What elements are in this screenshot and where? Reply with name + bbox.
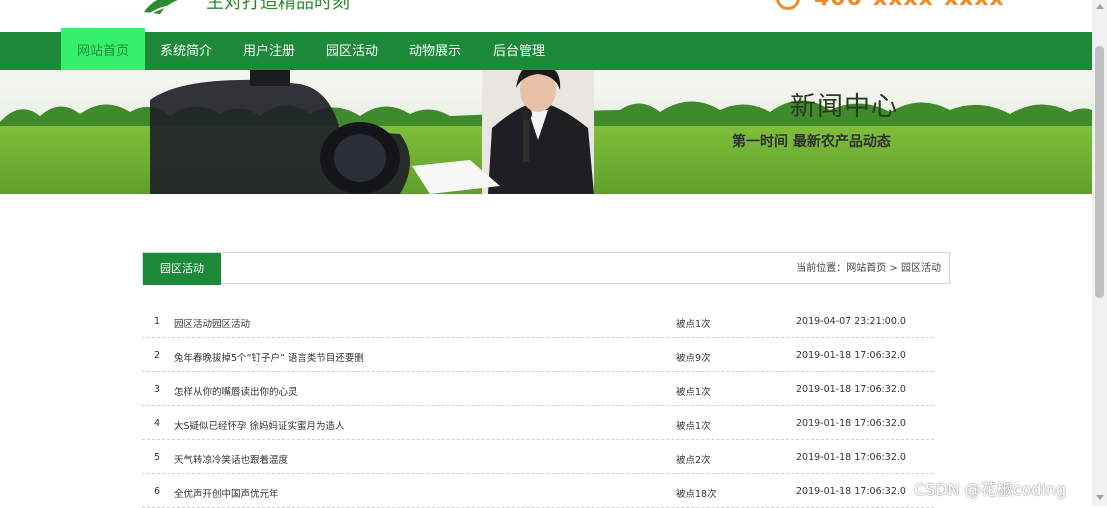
item-number: 1 xyxy=(154,316,161,327)
section-header: 园区活动 当前位置：网站首页 > 园区活动 xyxy=(142,252,950,285)
breadcrumb: 当前位置：网站首页 > 园区活动 xyxy=(796,263,941,274)
logo-text: 生对打造精品时刻 xyxy=(206,0,350,13)
item-date: 2019-01-18 17:06:32.0 xyxy=(796,418,906,429)
item-number: 2 xyxy=(154,350,161,361)
item-click-count: 被点1次 xyxy=(676,387,711,398)
list-item: 6 全优声开创中国声优元年 被点18次 2019-01-18 17:06:32.… xyxy=(142,474,934,508)
item-number: 4 xyxy=(154,418,161,429)
item-click-count: 被点1次 xyxy=(676,421,711,432)
scroll-down-icon[interactable] xyxy=(1096,495,1104,500)
banner-title: 新闻中心 xyxy=(790,92,899,122)
item-date: 2019-01-18 17:06:32.0 xyxy=(796,486,906,497)
scroll-thumb[interactable] xyxy=(1095,46,1104,298)
item-title-link[interactable]: 兔年春晚拔掉5个“钉子户” 语言类节目还要删 xyxy=(174,350,364,364)
banner-subtitle: 第一时间 最新农产品动态 xyxy=(732,134,891,150)
activity-list: 1 园区活动园区活动 被点1次 2019-04-07 23:21:00.0 2 … xyxy=(142,304,934,508)
page-scrollbar[interactable] xyxy=(1092,0,1107,506)
phone-icon xyxy=(776,0,800,10)
item-date: 2019-01-18 17:06:32.0 xyxy=(796,384,906,395)
logo-leaf-icon[interactable] xyxy=(142,0,200,16)
nav-user-register[interactable]: 用户注册 xyxy=(243,32,295,70)
item-title-link[interactable]: 天气转凉冷笑话也跟着温度 xyxy=(174,452,288,466)
item-date: 2019-01-18 17:06:32.0 xyxy=(796,350,906,361)
list-item: 4 大S疑似已经怀孕 徐妈妈证实蜜月为造人 被点1次 2019-01-18 17… xyxy=(142,406,934,440)
item-title-link[interactable]: 怎样从你的嘴唇读出你的心灵 xyxy=(174,384,298,398)
nav-admin[interactable]: 后台管理 xyxy=(493,32,545,70)
nav-animal-display[interactable]: 动物展示 xyxy=(409,32,461,70)
list-item: 5 天气转凉冷笑话也跟着温度 被点2次 2019-01-18 17:06:32.… xyxy=(142,440,934,474)
scroll-up-icon[interactable] xyxy=(1096,4,1104,9)
item-click-count: 被点18次 xyxy=(676,489,717,500)
hotline-number: 400-xxxx-xxxx xyxy=(814,0,1005,11)
list-item: 1 园区活动园区活动 被点1次 2019-04-07 23:21:00.0 xyxy=(142,304,934,338)
section-tab[interactable]: 园区活动 xyxy=(143,253,221,285)
item-number: 5 xyxy=(154,452,161,463)
item-click-count: 被点9次 xyxy=(676,353,711,364)
banner-image xyxy=(0,70,1092,194)
news-banner: 新闻中心 第一时间 最新农产品动态 xyxy=(0,70,1092,194)
item-title-link[interactable]: 全优声开创中国声优元年 xyxy=(174,486,279,500)
item-date: 2019-04-07 23:21:00.0 xyxy=(796,316,906,327)
nav-home[interactable]: 网站首页 xyxy=(61,28,145,72)
item-title-link[interactable]: 大S疑似已经怀孕 徐妈妈证实蜜月为造人 xyxy=(174,418,345,432)
item-click-count: 被点1次 xyxy=(676,319,711,330)
list-item: 2 兔年春晚拔掉5个“钉子户” 语言类节目还要删 被点9次 2019-01-18… xyxy=(142,338,934,372)
item-title-link[interactable]: 园区活动园区活动 xyxy=(174,316,250,330)
item-number: 6 xyxy=(154,486,161,497)
list-item: 3 怎样从你的嘴唇读出你的心灵 被点1次 2019-01-18 17:06:32… xyxy=(142,372,934,406)
nav-park-activities[interactable]: 园区活动 xyxy=(326,32,378,70)
item-date: 2019-01-18 17:06:32.0 xyxy=(796,452,906,463)
top-header: 生对打造精品时刻 400-xxxx-xxxx xyxy=(0,0,1092,32)
item-click-count: 被点2次 xyxy=(676,455,711,466)
item-number: 3 xyxy=(154,384,161,395)
nav-system-intro[interactable]: 系统简介 xyxy=(160,32,212,70)
main-nav: 网站首页 系统简介 用户注册 园区活动 动物展示 后台管理 xyxy=(0,28,1092,72)
watermark: CSDN @花椒coding xyxy=(914,480,1067,499)
